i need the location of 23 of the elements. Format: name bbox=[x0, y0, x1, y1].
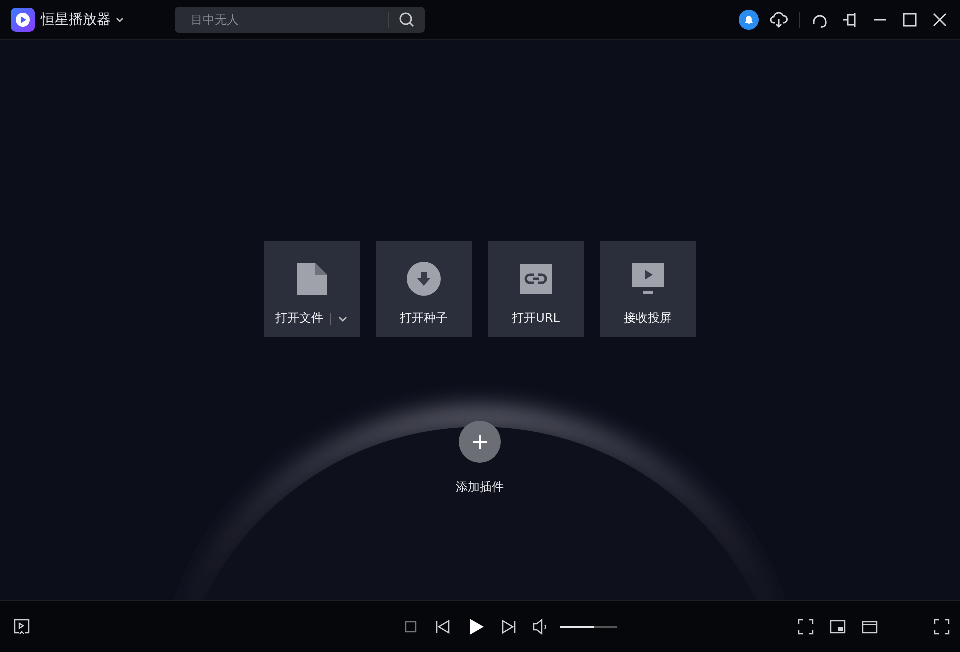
screenshot-icon[interactable] bbox=[798, 618, 814, 634]
cloud-download-icon[interactable] bbox=[769, 10, 789, 30]
cast-tile-button[interactable]: 接收投屏 bbox=[600, 241, 696, 337]
add-plugin-label: 添加插件 bbox=[456, 479, 504, 496]
download-circle-icon bbox=[407, 262, 441, 296]
app-name[interactable]: 恒星播放器 bbox=[41, 10, 111, 28]
next-icon[interactable] bbox=[500, 618, 518, 636]
link-icon bbox=[520, 264, 552, 294]
fullscreen-icon[interactable] bbox=[934, 618, 950, 634]
torrent-tile-button[interactable]: 打开种子 bbox=[376, 241, 472, 337]
file-tile-button[interactable]: 打开文件 bbox=[264, 241, 360, 337]
app-logo-icon bbox=[11, 8, 35, 32]
tv-play-icon bbox=[632, 263, 664, 295]
bell-icon[interactable] bbox=[739, 10, 759, 30]
plus-icon bbox=[472, 434, 488, 450]
previous-icon[interactable] bbox=[434, 618, 452, 636]
url-tile-button[interactable]: 打开URL bbox=[488, 241, 584, 337]
search-icon[interactable] bbox=[399, 12, 415, 28]
search-field[interactable]: 目中无人 bbox=[175, 6, 425, 32]
document-icon bbox=[297, 263, 327, 295]
picture-in-picture-icon[interactable] bbox=[830, 618, 846, 634]
playlist-icon[interactable] bbox=[14, 618, 30, 634]
window-icon[interactable] bbox=[862, 618, 878, 634]
